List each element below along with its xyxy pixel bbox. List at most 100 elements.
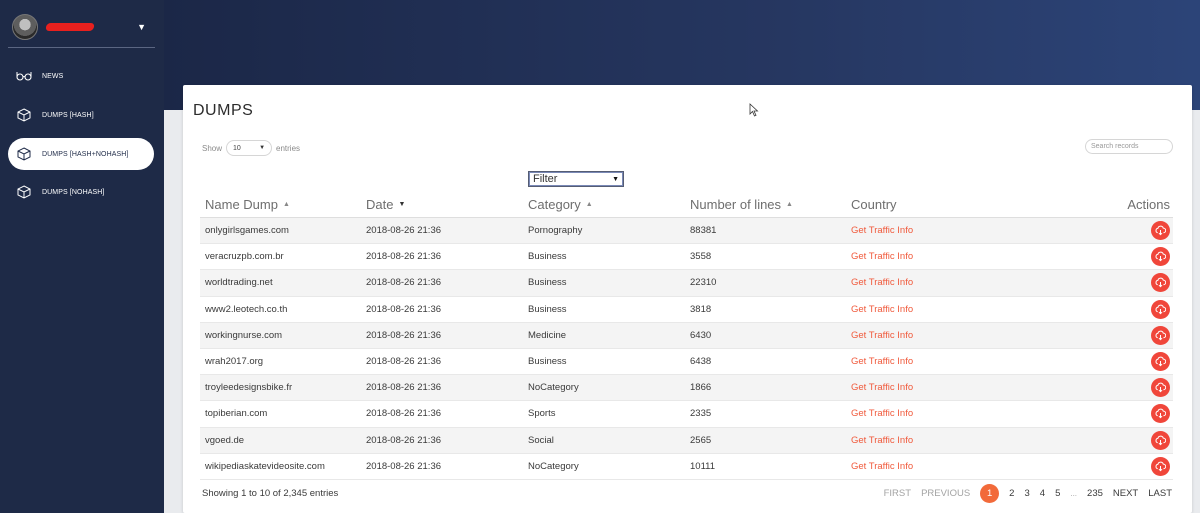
cell-number-of-lines: 3558: [690, 251, 712, 263]
page-4-button[interactable]: 4: [1040, 488, 1045, 499]
column-header-number-of-lines[interactable]: Number of lines ▲︎: [690, 192, 793, 217]
cell-category: Business: [528, 251, 567, 263]
get-traffic-info-link[interactable]: Get Traffic Info: [851, 297, 913, 322]
sidebar-item-label: DUMPS [NOHASH]: [42, 188, 105, 196]
cell-date: 2018-08-26 21:36: [366, 434, 442, 446]
cell-number-of-lines: 10111: [690, 460, 716, 472]
cell-date: 2018-08-26 21:36: [366, 408, 442, 420]
download-button[interactable]: [1151, 430, 1170, 450]
box-icon: [16, 107, 32, 123]
cell-name-dump: worldtrading.net: [205, 277, 273, 289]
cell-actions: [1151, 270, 1170, 295]
sidebar-item-news[interactable]: NEWS: [8, 60, 154, 92]
cloud-download-icon: [1155, 304, 1166, 314]
table-row: www2.leotech.co.th 2018-08-26 21:36 Busine…: [200, 297, 1173, 323]
cell-number-of-lines: 1866: [690, 382, 712, 394]
table-row: workingnurse.com 2018-08-26 21:36 Medicine…: [200, 322, 1173, 349]
download-button[interactable]: [1151, 404, 1170, 424]
page-1-button[interactable]: 1: [980, 484, 1000, 503]
column-header-date[interactable]: Date ▼: [366, 192, 405, 217]
entries-length-select[interactable]: 10 ▼: [226, 140, 273, 156]
get-traffic-info-link[interactable]: Get Traffic Info: [851, 218, 913, 243]
get-traffic-info-link[interactable]: Get Traffic Info: [851, 244, 913, 269]
redacted-username: [45, 23, 95, 31]
cell-number-of-lines: 2565: [690, 434, 712, 446]
category-filter-select[interactable]: Filter ▼: [528, 171, 624, 187]
cell-date: 2018-08-26 21:36: [366, 277, 442, 289]
cell-name-dump: www2.leotech.co.th: [205, 303, 288, 315]
cell-date: 2018-08-26 21:36: [366, 329, 442, 341]
page-previous-button[interactable]: PREVIOUS: [921, 488, 970, 499]
get-traffic-info-link[interactable]: Get Traffic Info: [851, 270, 913, 295]
download-button[interactable]: [1151, 299, 1170, 319]
sidebar-item-label: DUMPS [HASH]: [42, 111, 94, 119]
cloud-download-icon: [1155, 225, 1166, 236]
cell-category: Social: [528, 434, 554, 446]
cell-actions: [1151, 454, 1170, 479]
page-next-button[interactable]: NEXT: [1113, 488, 1138, 499]
cell-date: 2018-08-26 21:36: [366, 382, 442, 394]
sidebar-item-dumps-hash[interactable]: DUMPS [HASH]: [8, 99, 154, 131]
box-icon: [16, 146, 32, 162]
cloud-download-icon: [1155, 330, 1166, 341]
download-button[interactable]: [1151, 325, 1170, 345]
get-traffic-info-link[interactable]: Get Traffic Info: [851, 323, 913, 348]
get-traffic-info-link[interactable]: Get Traffic Info: [851, 454, 913, 479]
page-first-button[interactable]: FIRST: [884, 488, 911, 499]
cell-actions: [1151, 297, 1170, 322]
search-placeholder: Search records: [1091, 143, 1139, 150]
sidebar-item-label: NEWS: [42, 72, 64, 80]
page-ellipsis: ...: [1070, 489, 1078, 498]
avatar[interactable]: [12, 14, 38, 40]
download-button[interactable]: [1151, 273, 1170, 293]
cell-actions: [1151, 218, 1170, 243]
entries-label: entries: [276, 143, 301, 153]
cloud-download-icon: [1155, 251, 1166, 262]
caret-down-icon: ▼: [259, 145, 266, 151]
download-button[interactable]: [1151, 247, 1170, 267]
cell-name-dump: wikipediaskatevideosite.com: [205, 460, 325, 472]
cell-category: Business: [528, 303, 567, 315]
page-3-button[interactable]: 3: [1024, 488, 1029, 499]
cell-category: Pornography: [528, 225, 583, 237]
table-info: Showing 1 to 10 of 2,345 entries: [202, 488, 339, 499]
get-traffic-info-link[interactable]: Get Traffic Info: [851, 401, 913, 426]
sort-desc-icon: ▼: [398, 201, 406, 208]
download-button[interactable]: [1151, 456, 1170, 476]
table-header: Name Dump ▲︎ Date ▼ Category ▲︎ Number of l…: [200, 192, 1173, 218]
table-row: onlygirlsgames.com 2018-08-26 21:36 Pornog…: [200, 218, 1173, 245]
table-row: vgoed.de 2018-08-26 21:36 Social 2565 Get Tr…: [200, 427, 1173, 454]
sidebar-item-dumps-hash-nohash[interactable]: DUMPS [HASH+NOHASH]: [8, 138, 154, 170]
length-control: Show 10 ▼ entries: [202, 140, 300, 156]
sidebar-item-dumps-nohash[interactable]: DUMPS [NOHASH]: [8, 176, 154, 208]
cell-number-of-lines: 88381: [690, 225, 717, 237]
table-row: troyleedesignsbike.fr 2018-08-26 21:36 NoC…: [200, 375, 1173, 402]
user-menu[interactable]: ▼: [8, 8, 156, 46]
caret-down-icon[interactable]: ▼: [137, 22, 146, 32]
cell-actions: [1151, 401, 1170, 426]
mouse-cursor-icon: [749, 103, 759, 117]
table-row: worldtrading.net 2018-08-26 21:36 Business…: [200, 270, 1173, 297]
search-input[interactable]: Search records: [1085, 139, 1173, 154]
cell-actions: [1151, 375, 1170, 400]
cell-date: 2018-08-26 21:36: [366, 303, 442, 315]
page-last-button[interactable]: LAST: [1148, 488, 1172, 499]
cell-actions: [1151, 323, 1170, 348]
cell-date: 2018-08-26 21:36: [366, 225, 442, 237]
dumps-card: DUMPS Show 10 ▼ entries Search records F…: [183, 85, 1192, 513]
get-traffic-info-link[interactable]: Get Traffic Info: [851, 375, 913, 400]
cell-name-dump: onlygirlsgames.com: [205, 225, 289, 237]
page-235-button[interactable]: 235: [1087, 488, 1103, 499]
download-button[interactable]: [1151, 378, 1170, 398]
get-traffic-info-link[interactable]: Get Traffic Info: [851, 349, 913, 374]
download-button[interactable]: [1151, 352, 1170, 372]
column-header-category[interactable]: Category ▲︎: [528, 192, 593, 217]
get-traffic-info-link[interactable]: Get Traffic Info: [851, 428, 913, 453]
page-2-button[interactable]: 2: [1009, 488, 1014, 499]
cell-date: 2018-08-26 21:36: [366, 251, 442, 263]
sidebar-divider: [8, 47, 155, 48]
page-5-button[interactable]: 5: [1055, 488, 1060, 499]
cell-number-of-lines: 6438: [690, 356, 712, 368]
column-header-name-dump[interactable]: Name Dump ▲︎: [205, 192, 290, 217]
download-button[interactable]: [1151, 221, 1170, 241]
